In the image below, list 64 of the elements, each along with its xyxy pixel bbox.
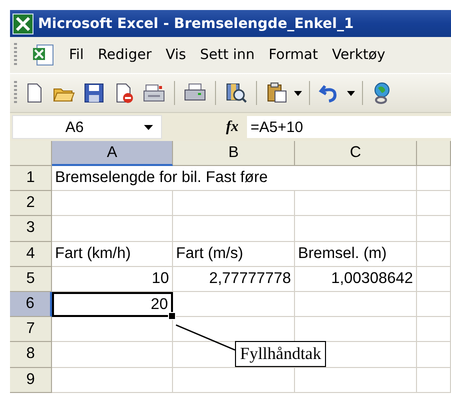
- row-header[interactable]: 1: [10, 166, 52, 192]
- name-box-field[interactable]: A6: [12, 115, 162, 139]
- row-header[interactable]: 8: [10, 342, 52, 368]
- spreadsheet-cell[interactable]: [295, 368, 417, 393]
- spreadsheet-cell[interactable]: [52, 191, 173, 216]
- menu-item[interactable]: Vis: [166, 47, 186, 63]
- spreadsheet-cell[interactable]: [295, 216, 417, 242]
- corner-header[interactable]: [10, 141, 52, 166]
- spreadsheet-cell[interactable]: [417, 166, 451, 192]
- spreadsheet-app-icon: [12, 12, 34, 34]
- menu-item[interactable]: Fil: [69, 47, 84, 63]
- book-magnifier-icon[interactable]: [224, 81, 248, 105]
- spreadsheet-document-icon[interactable]: [31, 43, 55, 67]
- spreadsheet-cell[interactable]: [417, 342, 451, 368]
- clipboard-icon[interactable]: [265, 81, 289, 105]
- spreadsheet-cell[interactable]: [417, 292, 451, 318]
- spreadsheet-cell[interactable]: Bremselengde for bil. Fast føre: [52, 166, 417, 192]
- row-header[interactable]: 4: [10, 242, 52, 267]
- column-header[interactable]: C: [295, 141, 417, 166]
- spreadsheet-cell[interactable]: Bremsel. (m): [295, 242, 417, 267]
- spreadsheet-cell[interactable]: [417, 368, 451, 393]
- leader-line: [176, 324, 236, 351]
- spreadsheet-cell[interactable]: [52, 216, 173, 242]
- spreadsheet-cell[interactable]: [173, 191, 295, 216]
- spreadsheet-cell[interactable]: [295, 292, 417, 318]
- spreadsheet-cell[interactable]: 10: [52, 266, 173, 292]
- spreadsheet-cell[interactable]: [173, 292, 295, 318]
- column-header[interactable]: B: [173, 141, 295, 166]
- row-header[interactable]: 5: [10, 266, 52, 292]
- spreadsheet-cell[interactable]: 20: [52, 292, 173, 318]
- spreadsheet-cell[interactable]: [417, 191, 451, 216]
- function-label[interactable]: fx: [222, 118, 242, 136]
- spreadsheet-cell[interactable]: [52, 342, 173, 368]
- formula-field[interactable]: =A5+10: [246, 116, 451, 138]
- spreadsheet-cell[interactable]: [173, 216, 295, 242]
- window-title: Microsoft Excel - Bremselengde_Enkel_1: [38, 16, 354, 32]
- row-header[interactable]: 2: [10, 191, 52, 216]
- column-header[interactable]: A: [52, 141, 173, 166]
- fill-handle[interactable]: [168, 312, 176, 320]
- callout-tooltip: Fyllhåndtak: [235, 341, 326, 367]
- row-header[interactable]: 7: [10, 317, 52, 342]
- column-header[interactable]: [417, 141, 451, 166]
- spreadsheet-cell[interactable]: [52, 368, 173, 393]
- spreadsheet-cell[interactable]: [52, 317, 173, 342]
- caret-icon[interactable]: [294, 90, 302, 96]
- spreadsheet-cell[interactable]: [417, 317, 451, 342]
- row-header[interactable]: 6: [10, 292, 52, 318]
- spreadsheet-cell[interactable]: Fart (m/s): [173, 242, 295, 267]
- spreadsheet-cell[interactable]: [295, 191, 417, 216]
- caret-icon[interactable]: [144, 124, 153, 130]
- menu-item[interactable]: Rediger: [98, 47, 152, 63]
- spreadsheet-cell[interactable]: Fart (km/h): [52, 242, 173, 267]
- row-header[interactable]: 3: [10, 216, 52, 242]
- save-icon[interactable]: [82, 81, 106, 105]
- spreadsheet-cell[interactable]: 2,77777778: [173, 266, 295, 292]
- menu-item[interactable]: Sett inn: [200, 47, 255, 63]
- menu-item[interactable]: Verktøy: [332, 47, 386, 63]
- spreadsheet-cell[interactable]: [417, 216, 451, 242]
- menu-item[interactable]: Format: [268, 47, 318, 63]
- spreadsheet-cell[interactable]: [417, 266, 451, 292]
- row-header[interactable]: 9: [10, 368, 52, 393]
- spreadsheet-cell[interactable]: [417, 242, 451, 267]
- caret-icon[interactable]: [347, 90, 355, 96]
- spreadsheet-cell[interactable]: 1,00308642: [295, 266, 417, 292]
